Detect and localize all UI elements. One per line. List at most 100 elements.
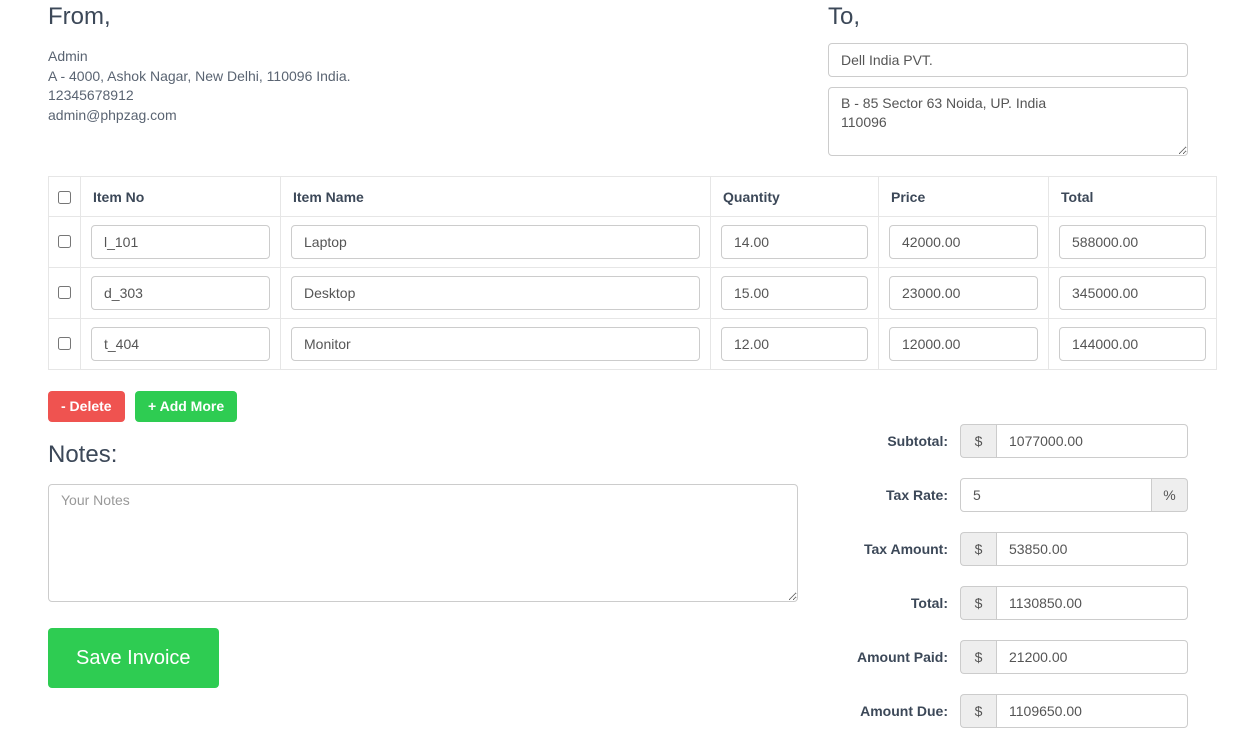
- notes-section: Notes:: [48, 443, 798, 602]
- from-line: A - 4000, Ashok Nagar, New Delhi, 110096…: [48, 67, 648, 87]
- amount-due-input-group: $: [960, 694, 1188, 728]
- table-head: Item No Item Name Quantity Price Total: [49, 177, 1217, 217]
- totals-panel: Subtotal: $ Tax Rate: % Tax Amount: $ To…: [840, 424, 1188, 748]
- item-name-input[interactable]: [291, 327, 700, 361]
- save-invoice-wrapper: Save Invoice: [48, 628, 219, 688]
- subtotal-input-group: $: [960, 424, 1188, 458]
- item-no-input[interactable]: [91, 327, 270, 361]
- row-select-cell: [49, 319, 81, 370]
- total-row: Total: $: [840, 586, 1188, 620]
- subtotal-label: Subtotal:: [840, 433, 960, 449]
- quantity-input[interactable]: [721, 225, 868, 259]
- cell-item-name: [281, 319, 711, 370]
- select-all-checkbox[interactable]: [58, 191, 71, 204]
- amount-paid-row: Amount Paid: $: [840, 640, 1188, 674]
- cell-price: [879, 268, 1049, 319]
- amount-due-label: Amount Due:: [840, 703, 960, 719]
- amount-paid-label: Amount Paid:: [840, 649, 960, 665]
- total-input[interactable]: [996, 586, 1188, 620]
- subtotal-row: Subtotal: $: [840, 424, 1188, 458]
- percent-symbol-icon: %: [1152, 478, 1188, 512]
- from-details: Admin A - 4000, Ashok Nagar, New Delhi, …: [48, 47, 648, 125]
- cell-quantity: [711, 319, 879, 370]
- quantity-input[interactable]: [721, 327, 868, 361]
- cell-quantity: [711, 268, 879, 319]
- header-total: Total: [1049, 177, 1217, 217]
- total-label: Total:: [840, 595, 960, 611]
- line-total-input[interactable]: [1059, 225, 1206, 259]
- currency-symbol-icon: $: [960, 694, 996, 728]
- quantity-input[interactable]: [721, 276, 868, 310]
- from-title: From,: [48, 5, 648, 29]
- client-name-input[interactable]: [828, 43, 1188, 77]
- cell-total: [1049, 217, 1217, 268]
- table-header-row: Item No Item Name Quantity Price Total: [49, 177, 1217, 217]
- tax-amount-input[interactable]: [996, 532, 1188, 566]
- from-line: Admin: [48, 47, 648, 67]
- tax-amount-input-group: $: [960, 532, 1188, 566]
- table-row: [49, 268, 1217, 319]
- cell-total: [1049, 319, 1217, 370]
- to-section: To,: [828, 5, 1188, 156]
- from-line: 12345678912: [48, 86, 648, 106]
- item-no-input[interactable]: [91, 225, 270, 259]
- row-select-cell: [49, 268, 81, 319]
- cell-item-name: [281, 217, 711, 268]
- currency-symbol-icon: $: [960, 586, 996, 620]
- amount-due-input[interactable]: [996, 694, 1188, 728]
- tax-amount-row: Tax Amount: $: [840, 532, 1188, 566]
- row-action-buttons: - Delete + Add More: [48, 391, 237, 422]
- from-line: admin@phpzag.com: [48, 106, 648, 126]
- cell-item-no: [81, 217, 281, 268]
- header-price: Price: [879, 177, 1049, 217]
- currency-symbol-icon: $: [960, 640, 996, 674]
- tax-rate-input[interactable]: [960, 478, 1152, 512]
- price-input[interactable]: [889, 327, 1038, 361]
- item-no-input[interactable]: [91, 276, 270, 310]
- cell-price: [879, 319, 1049, 370]
- amount-paid-input-group: $: [960, 640, 1188, 674]
- item-name-input[interactable]: [291, 225, 700, 259]
- header-item-no: Item No: [81, 177, 281, 217]
- row-checkbox[interactable]: [58, 286, 71, 299]
- select-all-header: [49, 177, 81, 217]
- tax-rate-label: Tax Rate:: [840, 487, 960, 503]
- cell-total: [1049, 268, 1217, 319]
- currency-symbol-icon: $: [960, 424, 996, 458]
- item-name-input[interactable]: [291, 276, 700, 310]
- invoice-page: From, Admin A - 4000, Ashok Nagar, New D…: [0, 0, 1238, 753]
- notes-title: Notes:: [48, 443, 798, 467]
- table-body: [49, 217, 1217, 370]
- tax-amount-label: Tax Amount:: [840, 541, 960, 557]
- tax-rate-row: Tax Rate: %: [840, 478, 1188, 512]
- to-title: To,: [828, 5, 1188, 29]
- add-more-row-button[interactable]: + Add More: [135, 391, 237, 422]
- total-input-group: $: [960, 586, 1188, 620]
- currency-symbol-icon: $: [960, 532, 996, 566]
- line-total-input[interactable]: [1059, 327, 1206, 361]
- subtotal-input[interactable]: [996, 424, 1188, 458]
- amount-due-row: Amount Due: $: [840, 694, 1188, 728]
- row-checkbox[interactable]: [58, 337, 71, 350]
- cell-quantity: [711, 217, 879, 268]
- client-address-textarea[interactable]: [828, 87, 1188, 156]
- header-quantity: Quantity: [711, 177, 879, 217]
- notes-textarea[interactable]: [48, 484, 798, 602]
- header-item-name: Item Name: [281, 177, 711, 217]
- cell-item-no: [81, 268, 281, 319]
- table-row: [49, 319, 1217, 370]
- amount-paid-input[interactable]: [996, 640, 1188, 674]
- save-invoice-button[interactable]: Save Invoice: [48, 628, 219, 688]
- line-total-input[interactable]: [1059, 276, 1206, 310]
- table-row: [49, 217, 1217, 268]
- from-section: From, Admin A - 4000, Ashok Nagar, New D…: [48, 5, 648, 125]
- delete-row-button[interactable]: - Delete: [48, 391, 125, 422]
- cell-item-name: [281, 268, 711, 319]
- price-input[interactable]: [889, 276, 1038, 310]
- row-checkbox[interactable]: [58, 235, 71, 248]
- price-input[interactable]: [889, 225, 1038, 259]
- cell-price: [879, 217, 1049, 268]
- cell-item-no: [81, 319, 281, 370]
- row-select-cell: [49, 217, 81, 268]
- invoice-items-table: Item No Item Name Quantity Price Total: [48, 176, 1217, 370]
